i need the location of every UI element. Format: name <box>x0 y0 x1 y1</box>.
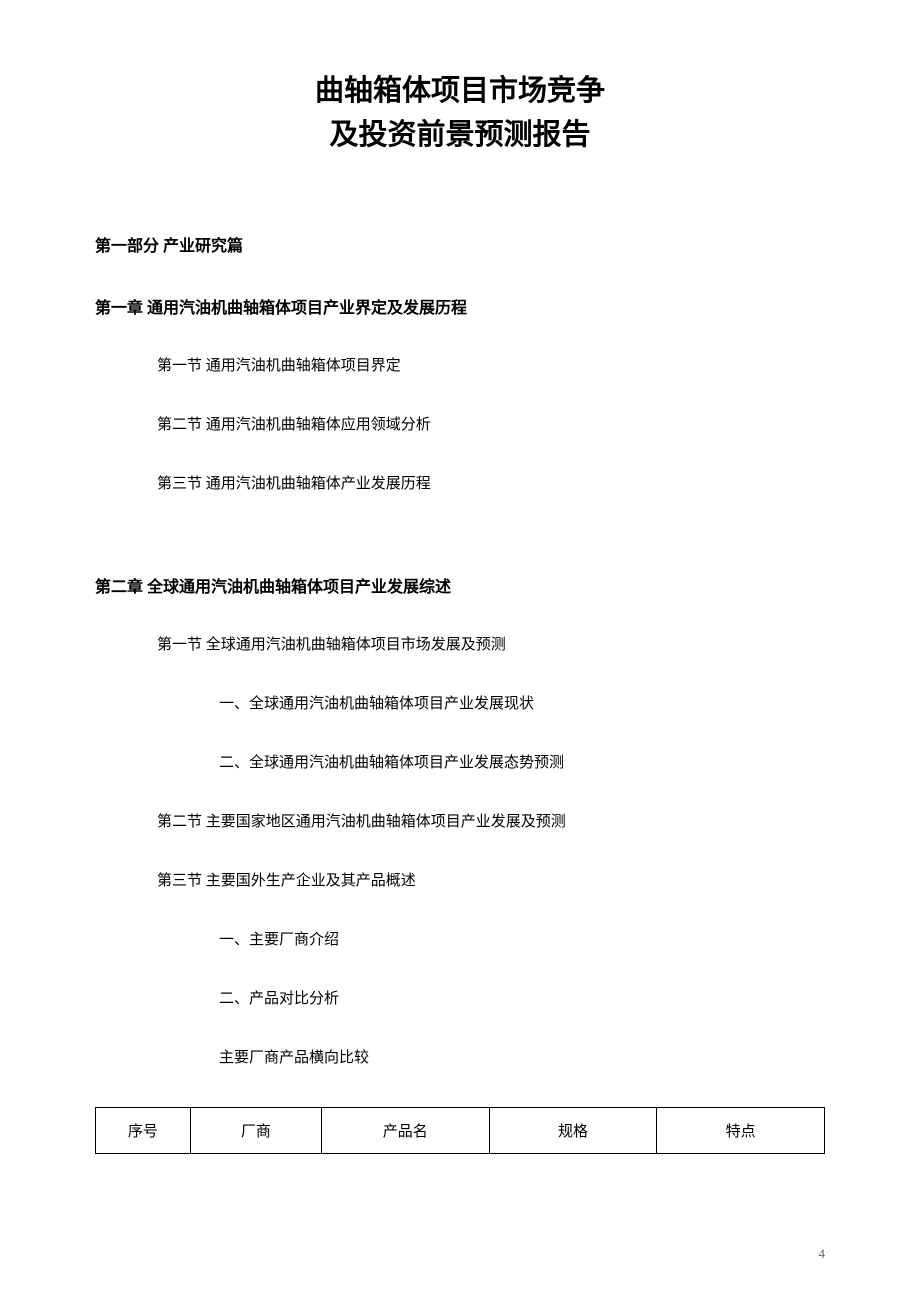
chapter-2-section-1: 第一节 全球通用汽油机曲轴箱体项目市场发展及预测 <box>95 635 825 656</box>
title-line-2: 及投资前景预测报告 <box>95 114 825 158</box>
chapter-2-section-3-sub-1: 一、主要厂商介绍 <box>95 930 825 951</box>
chapter-2-section-3: 第三节 主要国外生产企业及其产品概述 <box>95 871 825 892</box>
comparison-table: 序号 厂商 产品名 规格 特点 <box>95 1107 825 1154</box>
chapter-2-section-1-sub-1: 一、全球通用汽油机曲轴箱体项目产业发展现状 <box>95 694 825 715</box>
chapter-2-section-2: 第二节 主要国家地区通用汽油机曲轴箱体项目产业发展及预测 <box>95 812 825 833</box>
table-header-col-3: 产品名 <box>321 1108 489 1154</box>
title-line-1: 曲轴箱体项目市场竞争 <box>95 70 825 114</box>
table-header-col-1: 序号 <box>96 1108 191 1154</box>
page-number: 4 <box>819 1246 826 1262</box>
table-header-col-4: 规格 <box>489 1108 657 1154</box>
document-title: 曲轴箱体项目市场竞争 及投资前景预测报告 <box>95 70 825 157</box>
table-header-col-5: 特点 <box>657 1108 825 1154</box>
chapter-1-section-2: 第二节 通用汽油机曲轴箱体应用领域分析 <box>95 415 825 436</box>
chapter-2-heading: 第二章 全球通用汽油机曲轴箱体项目产业发展综述 <box>95 573 825 597</box>
table-header-row: 序号 厂商 产品名 规格 特点 <box>96 1108 825 1154</box>
chapter-2-section-3-sub-2: 二、产品对比分析 <box>95 989 825 1010</box>
chapter-2-section-1-sub-2: 二、全球通用汽油机曲轴箱体项目产业发展态势预测 <box>95 753 825 774</box>
chapter-2-section-3-sub-3: 主要厂商产品横向比较 <box>95 1048 825 1069</box>
chapter-1-section-1: 第一节 通用汽油机曲轴箱体项目界定 <box>95 356 825 377</box>
chapter-1-heading: 第一章 通用汽油机曲轴箱体项目产业界定及发展历程 <box>95 294 825 318</box>
part-heading: 第一部分 产业研究篇 <box>95 232 825 256</box>
table-header-col-2: 厂商 <box>190 1108 321 1154</box>
chapter-1-section-3: 第三节 通用汽油机曲轴箱体产业发展历程 <box>95 474 825 495</box>
